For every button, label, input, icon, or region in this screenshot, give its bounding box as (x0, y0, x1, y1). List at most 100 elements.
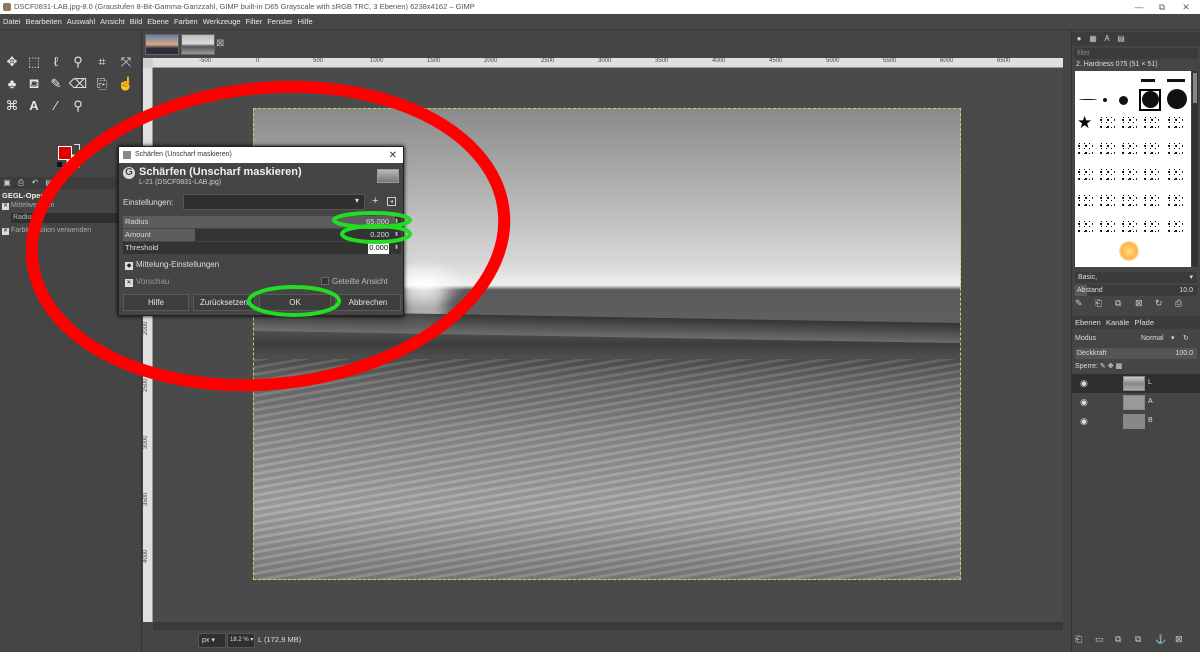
minimize-button[interactable]: — (1129, 0, 1149, 14)
fonts-tab-icon[interactable]: A (1101, 33, 1113, 45)
image-tab-1[interactable] (145, 34, 179, 55)
tool-options-tab-icon[interactable]: ▣ (2, 178, 12, 188)
split-view-checkbox[interactable]: Geteilte Ansicht (321, 277, 388, 286)
brush-speckle[interactable] (1099, 141, 1115, 157)
brush-speckle[interactable] (1167, 193, 1183, 209)
transform-tool-icon[interactable]: ⤧ (116, 52, 136, 72)
scroll-thumb[interactable] (1193, 73, 1197, 103)
edit-brush-icon[interactable]: ✎ (1075, 298, 1095, 309)
duplicate-brush-icon[interactable]: ⧉ (1115, 298, 1135, 309)
device-status-tab-icon[interactable]: ⎙ (16, 178, 26, 188)
menu-ebene[interactable]: Ebene (147, 17, 169, 26)
tab-layers[interactable]: Ebenen (1075, 318, 1101, 327)
brush-speckle[interactable] (1099, 115, 1115, 131)
spin-arrows-icon[interactable]: ⬍ (394, 229, 399, 241)
opacity-slider[interactable]: Deckkraft 100.0 (1075, 348, 1197, 359)
maximize-button[interactable]: ⧉ (1152, 0, 1172, 14)
mode-reset-icon[interactable]: ↻ (1183, 333, 1189, 345)
spacing-slider[interactable]: Abstand 10.0 (1075, 285, 1197, 296)
move-tool-icon[interactable]: ✥ (2, 52, 22, 72)
swap-colors-icon[interactable] (74, 144, 80, 150)
spin-arrows-icon[interactable]: ⬍ (394, 216, 399, 228)
gegl-radius-field[interactable]: Radius (11, 213, 118, 223)
radius-slider[interactable]: Radius 65.000 ⬍ (123, 216, 401, 228)
brush-speckle[interactable] (1077, 141, 1093, 157)
patterns-tab-icon[interactable]: ▦ (1087, 33, 1099, 45)
brush-speckle[interactable] (1167, 115, 1183, 131)
paintbrush-tool-icon[interactable]: ✎ (46, 74, 66, 94)
close-tab-icon[interactable]: ⊠ (216, 38, 224, 49)
new-brush-icon[interactable]: ⎗ (1095, 298, 1115, 309)
document-history-tab-icon[interactable]: ▤ (1115, 33, 1127, 45)
brush-grid[interactable]: ★ (1075, 71, 1191, 267)
smudge-tool-icon[interactable]: ☝ (116, 74, 136, 94)
delete-brush-icon[interactable]: ⊠ (1135, 298, 1155, 309)
brush-speckle[interactable] (1099, 167, 1115, 183)
menu-auswahl[interactable]: Auswahl (67, 17, 95, 26)
lock-alpha-icon[interactable]: ▩ (1116, 363, 1123, 370)
radius-value[interactable]: 65.000 (366, 216, 389, 228)
brush-speckle[interactable] (1077, 193, 1093, 209)
amount-slider[interactable]: Amount 0.200 ⬍ (123, 229, 401, 241)
zoom-select[interactable]: 18.2 % ▾ (227, 633, 255, 648)
duplicate-layer-icon[interactable]: ⧉ (1135, 634, 1155, 645)
lock-position-icon[interactable]: ✥ (1108, 363, 1114, 370)
help-button[interactable]: Hilfe (123, 294, 189, 311)
text-tool-icon[interactable]: A (24, 96, 44, 116)
layer-row[interactable]: ◉ L (1072, 374, 1200, 393)
menu-filter[interactable]: Filter (246, 17, 263, 26)
brush-speckle[interactable] (1121, 193, 1137, 209)
new-layer-icon[interactable]: ⎗ (1075, 634, 1095, 645)
menu-bearbeiten[interactable]: Bearbeiten (26, 17, 62, 26)
cancel-button[interactable]: Abbrechen (335, 294, 401, 311)
brush-speckle[interactable] (1121, 219, 1137, 235)
amount-value[interactable]: 0.200 (370, 229, 389, 241)
rect-select-tool-icon[interactable]: ⬚ (24, 52, 44, 72)
eraser-tool-icon[interactable]: ⌫ (68, 74, 88, 94)
close-window-button[interactable]: ✕ (1176, 0, 1196, 14)
menu-bild[interactable]: Bild (130, 17, 143, 26)
brush-block[interactable] (1141, 79, 1155, 82)
menu-werkzeuge[interactable]: Werkzeuge (203, 17, 241, 26)
brush-speckle[interactable] (1167, 167, 1183, 183)
brush-speckle[interactable] (1143, 219, 1159, 235)
reset-button[interactable]: Zurücksetzen (193, 294, 255, 311)
brush-speckle[interactable] (1167, 219, 1183, 235)
mode-select[interactable]: Normal (1141, 333, 1164, 345)
brush-dot[interactable] (1142, 91, 1159, 108)
brush-line[interactable] (1079, 99, 1097, 100)
fuzzy-select-tool-icon[interactable]: ⚲ (68, 52, 88, 72)
ok-button[interactable]: OK (259, 294, 331, 311)
brush-speckle[interactable] (1143, 115, 1159, 131)
brush-speckle[interactable] (1143, 167, 1159, 183)
zoom-tool-icon[interactable]: ⚲ (68, 96, 88, 116)
brush-speckle[interactable] (1077, 219, 1093, 235)
lock-pixels-icon[interactable]: ✎ (1100, 363, 1106, 370)
brush-set-select[interactable]: Basic, ▾ (1075, 272, 1197, 283)
brush-speckle[interactable] (1167, 141, 1183, 157)
brush-dot[interactable] (1167, 89, 1187, 109)
star-brush-icon[interactable]: ★ (1077, 113, 1092, 133)
horizontal-ruler[interactable]: -500 0 500 1000 1500 2000 2500 3000 3500… (153, 58, 1063, 68)
gegl-option-farbe[interactable]: ✕ Farbk position verwenden (2, 227, 91, 235)
brush-scrollbar[interactable] (1192, 71, 1198, 267)
brush-dot[interactable] (1119, 96, 1128, 105)
menu-hilfe[interactable]: Hilfe (298, 17, 313, 26)
layer-row[interactable]: ◉ B (1072, 412, 1200, 431)
brush-speckle[interactable] (1121, 167, 1137, 183)
refresh-brushes-icon[interactable]: ↻ (1155, 298, 1175, 309)
threshold-value[interactable]: 0.000 (368, 242, 389, 254)
image-tab-2[interactable] (181, 34, 215, 55)
bucket-fill-tool-icon[interactable]: ⛾ (24, 74, 44, 94)
color-picker-tool-icon[interactable]: ⁄ (46, 96, 66, 116)
brush-speckle[interactable] (1099, 219, 1115, 235)
brush-speckle[interactable] (1121, 115, 1137, 131)
averaging-expander[interactable]: ◆ Mittelung-Einstellungen (125, 260, 219, 270)
crop-tool-icon[interactable]: ⌗ (92, 52, 112, 72)
presets-select[interactable]: ▾ (183, 194, 365, 210)
anchor-layer-icon[interactable]: ⚓ (1155, 634, 1175, 645)
gegl-option-mittel[interactable]: ✕ Mittelwert den (2, 202, 55, 210)
brush-speckle[interactable] (1143, 193, 1159, 209)
threshold-slider[interactable]: Threshold 0.000 ⬍ (123, 242, 401, 254)
eye-icon[interactable]: ◉ (1080, 416, 1088, 427)
